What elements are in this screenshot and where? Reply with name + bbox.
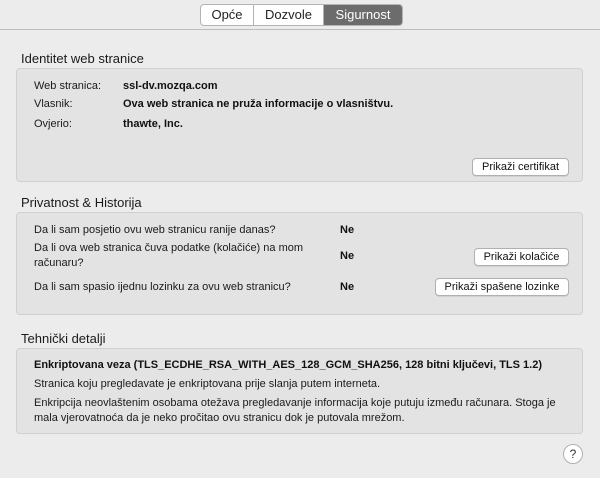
help-button[interactable]: ? xyxy=(563,444,583,464)
view-cookies-button[interactable]: Prikaži kolačiće xyxy=(474,248,569,266)
answer-passwords: Ne xyxy=(340,281,355,293)
tab-bar: Opće Dozvole Sigurnost xyxy=(200,4,403,26)
toolbar-divider xyxy=(0,29,600,30)
tab-general[interactable]: Opće xyxy=(201,5,253,25)
identity-section-title: Identitet web stranice xyxy=(21,51,144,66)
question-visited: Da li sam posjetio ovu web stranicu rani… xyxy=(34,224,276,236)
tab-security[interactable]: Sigurnost xyxy=(323,5,402,25)
encryption-description: Stranica koju pregledavate je enkriptova… xyxy=(34,378,381,390)
question-cookies-line2: računaru? xyxy=(34,257,84,269)
website-label: Web stranica: xyxy=(34,80,102,92)
technical-section-title: Tehnički detalji xyxy=(21,331,106,346)
answer-cookies: Ne xyxy=(340,250,355,262)
website-value: ssl-dv.mozqa.com xyxy=(123,80,218,92)
privacy-box: Da li sam posjetio ovu web stranicu rani… xyxy=(16,212,583,315)
answer-visited: Ne xyxy=(340,224,355,236)
verified-by-label: Ovjerio: xyxy=(34,118,72,130)
privacy-section-title: Privatnost & Historija xyxy=(21,195,142,210)
question-passwords: Da li sam spasio ijednu lozinku za ovu w… xyxy=(34,281,291,293)
question-cookies-line1: Da li ova web stranica čuva podatke (kol… xyxy=(34,242,304,254)
encryption-explanation-line1: Enkripcija neovlaštenim osobama otežava … xyxy=(34,397,556,409)
view-certificate-button[interactable]: Prikaži certifikat xyxy=(472,158,569,176)
encryption-explanation-line2: mala vjerovatnoća da je neko pročitao ov… xyxy=(34,412,405,424)
owner-label: Vlasnik: xyxy=(34,98,73,110)
owner-value: Ova web stranica ne pruža informacije o … xyxy=(123,98,394,110)
connection-heading: Enkriptovana veza (TLS_ECDHE_RSA_WITH_AE… xyxy=(34,359,543,371)
identity-box: Web stranica: ssl-dv.mozqa.com Vlasnik: … xyxy=(16,68,583,182)
view-saved-passwords-button[interactable]: Prikaži spašene lozinke xyxy=(435,278,569,296)
verified-by-value: thawte, Inc. xyxy=(123,118,183,130)
tab-permissions[interactable]: Dozvole xyxy=(253,5,323,25)
technical-box: Enkriptovana veza (TLS_ECDHE_RSA_WITH_AE… xyxy=(16,348,583,434)
